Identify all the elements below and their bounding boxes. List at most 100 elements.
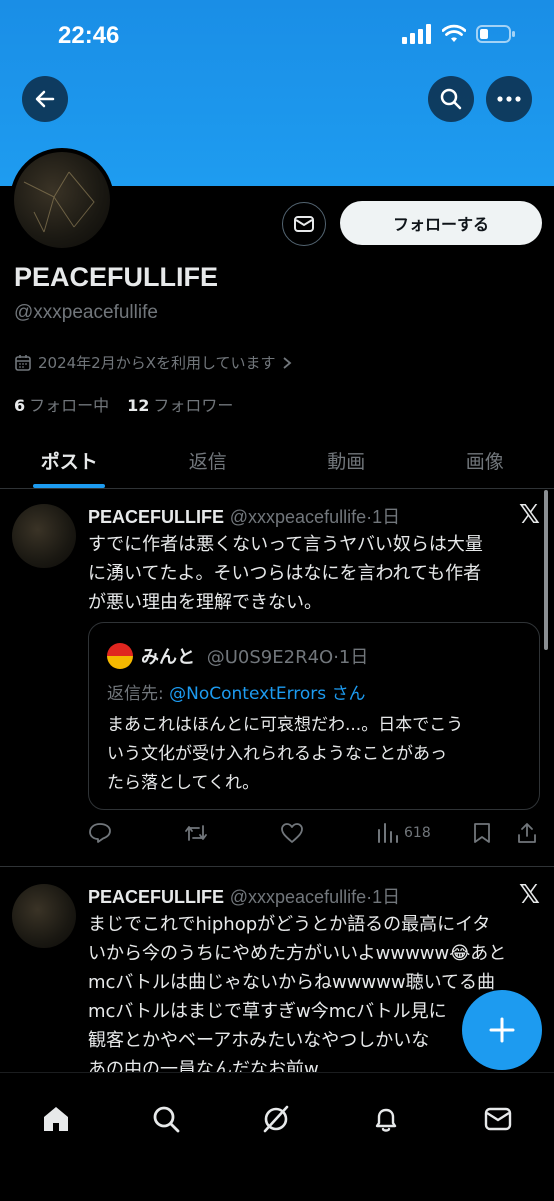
post-actions: 618 — [88, 822, 540, 850]
wifi-icon — [442, 24, 466, 44]
post-avatar[interactable] — [12, 504, 76, 568]
profile-tabs: ポスト 返信 動画 画像 — [0, 432, 554, 489]
plus-icon — [488, 1016, 516, 1044]
nav-notifications[interactable] — [366, 1101, 406, 1137]
post-text[interactable]: すでに作者は悪くないって言うヤバい奴らは大量 に湧いてたよ。そいつらはなにを言わ… — [88, 530, 536, 617]
avatar-texture — [14, 152, 110, 248]
bottom-nav — [0, 1072, 554, 1201]
reply-icon — [88, 822, 112, 844]
quote-text-line: いう文化が受け入れられるようなことがあっ — [107, 740, 527, 769]
reply-prefix: 返信先: — [107, 684, 164, 704]
tab-videos[interactable]: 動画 — [277, 432, 416, 488]
battery-icon — [476, 24, 516, 44]
quote-text-line: まあこれはほんとに可哀想だわ...。日本でこう — [107, 711, 527, 740]
follow-button[interactable]: フォローする — [340, 201, 542, 245]
quoted-post[interactable]: みんと @U0S9E2R4O·1日 返信先: @NoContextErrors … — [88, 622, 540, 810]
post-avatar[interactable] — [12, 884, 76, 948]
tab-label: 返信 — [189, 447, 227, 474]
arrow-left-icon — [34, 88, 56, 110]
search-icon — [151, 1104, 181, 1134]
active-tab-indicator — [33, 484, 105, 488]
reply-link[interactable]: @NoContextErrors — [169, 684, 326, 704]
followers-link[interactable]: 12フォロワー — [127, 392, 233, 416]
tab-replies[interactable]: 返信 — [139, 432, 278, 488]
bookmark-button[interactable] — [472, 822, 492, 844]
profile-handle: @xxxpeacefullife — [14, 302, 158, 324]
calendar-icon — [14, 354, 32, 372]
post-meta: @xxxpeacefullife·1日 — [230, 507, 400, 527]
quote-avatar — [107, 643, 133, 669]
share-button[interactable] — [516, 822, 538, 844]
quote-reply-to: 返信先: @NoContextErrors さん — [107, 679, 366, 704]
following-label: フォロー中 — [29, 396, 109, 415]
bell-icon — [371, 1104, 401, 1134]
views-button[interactable]: 618 — [376, 822, 431, 844]
quote-header: みんと @U0S9E2R4O·1日 — [141, 643, 368, 669]
post-header: PEACEFULLIFE @xxxpeacefullife·1日 — [88, 883, 400, 909]
mail-icon — [293, 214, 315, 234]
scrollbar[interactable] — [544, 490, 548, 650]
joined-text: 2024年2月からXを利用しています — [38, 352, 276, 373]
compose-button[interactable] — [462, 990, 542, 1070]
tab-images[interactable]: 画像 — [416, 432, 554, 488]
profile-display-name: PEACEFULLIFE — [14, 262, 218, 293]
status-bar: 22:46 — [0, 0, 554, 70]
nav-search[interactable] — [146, 1101, 186, 1137]
reply-button[interactable] — [88, 822, 112, 844]
status-icons — [402, 24, 516, 44]
followers-count: 12 — [127, 396, 149, 415]
heart-icon — [280, 822, 304, 844]
like-button[interactable] — [280, 822, 304, 844]
search-button[interactable] — [428, 76, 474, 122]
followers-label: フォロワー — [153, 396, 233, 415]
quote-author-name: みんと — [141, 647, 195, 668]
tab-label: 画像 — [466, 447, 504, 474]
signal-icon — [402, 24, 432, 44]
post-author-name[interactable]: PEACEFULLIFE — [88, 887, 224, 907]
message-button[interactable] — [282, 202, 326, 246]
post-text[interactable]: まじでこれでhiphopがどうとか語るの最高にイタ いから今のうちにやめた方がい… — [88, 910, 536, 1084]
repost-icon — [184, 822, 208, 844]
bookmark-icon — [472, 822, 492, 844]
nav-grok[interactable] — [256, 1101, 296, 1137]
post-divider — [0, 866, 554, 867]
mail-icon — [483, 1105, 513, 1133]
back-button[interactable] — [22, 76, 68, 122]
views-count: 618 — [404, 825, 431, 841]
post-author-name[interactable]: PEACEFULLIFE — [88, 507, 224, 527]
tab-label: 動画 — [327, 447, 365, 474]
nav-home[interactable] — [36, 1101, 76, 1137]
home-icon — [40, 1103, 72, 1135]
more-button[interactable] — [486, 76, 532, 122]
post-meta: @xxxpeacefullife·1日 — [230, 887, 400, 907]
post-text-line: まじでこれでhiphopがどうとか語るの最高にイタ — [88, 910, 536, 939]
post-header: PEACEFULLIFE @xxxpeacefullife·1日 — [88, 503, 400, 529]
share-icon — [516, 822, 538, 844]
chevron-right-icon — [282, 356, 292, 370]
quote-text-line: たら落としてくれ。 — [107, 769, 527, 798]
profile-avatar[interactable] — [10, 148, 114, 252]
views-icon — [376, 822, 398, 844]
following-count: 6 — [14, 396, 25, 415]
x-logo-icon: 𝕏 — [519, 500, 540, 530]
reply-suffix: さん — [332, 684, 366, 704]
quote-meta: @U0S9E2R4O·1日 — [207, 647, 369, 668]
post-text-line: いから今のうちにやめた方がいいよwwwww😂あと — [88, 939, 536, 968]
search-icon — [439, 87, 463, 111]
post-text-line: に湧いてたよ。そいつらはなにを言われても作者 — [88, 559, 536, 588]
status-time: 22:46 — [58, 22, 119, 50]
x-logo-icon: 𝕏 — [519, 880, 540, 910]
follow-stats: 6フォロー中 12フォロワー — [14, 392, 233, 416]
tab-label: ポスト — [41, 447, 98, 474]
nav-messages[interactable] — [478, 1101, 518, 1137]
joined-date[interactable]: 2024年2月からXを利用しています — [14, 352, 292, 373]
post-text-line: mcバトルは曲じゃないからねwwwww聴いてる曲 — [88, 968, 536, 997]
following-link[interactable]: 6フォロー中 — [14, 392, 109, 416]
more-icon — [497, 96, 521, 102]
post-text-line: が悪い理由を理解できない。 — [88, 588, 536, 617]
home-indicator — [170, 1185, 384, 1191]
tab-posts[interactable]: ポスト — [0, 432, 139, 488]
repost-button[interactable] — [184, 822, 208, 844]
grok-icon — [261, 1104, 291, 1134]
post-text-line: すでに作者は悪くないって言うヤバい奴らは大量 — [88, 530, 536, 559]
